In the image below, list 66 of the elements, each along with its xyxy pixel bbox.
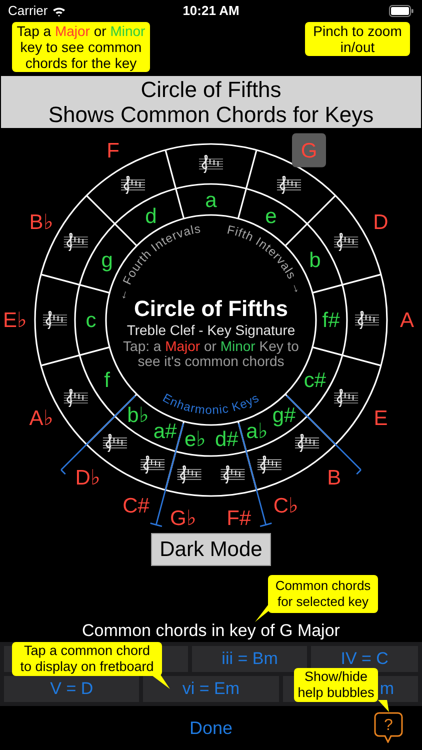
staff-icon: [176, 466, 202, 484]
circle-hint: Tap: a Major or Minor Key to see it's common chords: [122, 339, 300, 369]
minor-key[interactable]: d: [145, 205, 157, 228]
major-key[interactable]: F: [106, 139, 120, 162]
staff-icon: [140, 456, 165, 474]
major-key[interactable]: C#: [122, 494, 150, 518]
battery-icon: [388, 5, 414, 17]
staff-icon: [276, 176, 302, 194]
staff-icon: [42, 311, 68, 329]
major-key[interactable]: A: [400, 309, 414, 332]
minor-key[interactable]: g: [101, 249, 113, 272]
minor-key[interactable]: a: [205, 189, 217, 212]
staff-icon: [102, 434, 128, 452]
help-icon[interactable]: ?: [374, 712, 403, 743]
staff-icon: [198, 155, 224, 173]
minor-key[interactable]: d#: [214, 428, 238, 451]
staff-icon: [334, 233, 358, 251]
circle-title: Circle of Fifths: [134, 296, 288, 322]
major-key[interactable]: B♭: [29, 211, 54, 234]
staff-icon: [120, 176, 146, 194]
major-key[interactable]: C♭: [273, 494, 298, 518]
wifi-icon: [52, 6, 66, 16]
chord-button[interactable]: vi = Em: [143, 676, 279, 702]
chord-button[interactable]: IV = C: [311, 646, 418, 672]
help-tooltip: Pinch to zoom in/out: [305, 22, 410, 56]
minor-key[interactable]: a♭: [246, 420, 268, 443]
minor-key[interactable]: f: [104, 369, 110, 392]
clock-time: 10:21 AM: [182, 2, 240, 20]
bubble-tail: [378, 700, 390, 713]
minor-key[interactable]: g#: [272, 404, 296, 428]
bubble-tail: [150, 674, 172, 690]
carrier-label: Carrier: [8, 2, 48, 20]
major-key[interactable]: E♭: [3, 309, 27, 332]
minor-key[interactable]: c: [86, 309, 96, 332]
circle-subtitle: Treble Clef - Key Signature: [126, 322, 296, 339]
staff-icon: [354, 311, 380, 329]
major-key[interactable]: B: [327, 466, 342, 490]
chord-button[interactable]: iii = Bm: [192, 646, 308, 672]
dark-mode-button[interactable]: Dark Mode: [150, 533, 272, 566]
staff-icon: [64, 389, 88, 407]
staff-icon: [294, 434, 320, 452]
minor-key[interactable]: c#: [304, 369, 326, 392]
major-key[interactable]: A♭: [29, 407, 54, 430]
major-key[interactable]: E: [374, 407, 388, 430]
staff-icon: [334, 389, 358, 407]
minor-key[interactable]: b: [309, 249, 321, 272]
title-banner: Circle of Fifths Shows Common Chords for Keys: [1, 76, 421, 128]
staff-icon: [220, 466, 246, 484]
major-key[interactable]: G♭: [170, 507, 196, 530]
staff-icon: [64, 233, 88, 251]
minor-key[interactable]: a#: [153, 420, 177, 443]
help-tooltip: Tap a Major or Minor key to see common chords for the key: [12, 22, 150, 72]
minor-key[interactable]: e: [265, 205, 277, 228]
major-key[interactable]: F#: [226, 507, 252, 530]
staff-icon: [257, 456, 282, 474]
chords-heading: Common chords in key of G Major: [81, 620, 341, 642]
minor-key[interactable]: f#: [322, 309, 340, 332]
done-button[interactable]: Done: [189, 714, 233, 742]
major-key[interactable]: D: [373, 211, 388, 234]
help-tooltip: Show/hide help bubbles: [294, 668, 378, 702]
minor-key[interactable]: e♭: [184, 428, 206, 451]
help-tooltip: Common chords for selected key: [268, 575, 378, 613]
major-key[interactable]: D♭: [75, 466, 100, 490]
minor-key[interactable]: b♭: [127, 404, 149, 428]
chord-button[interactable]: V = D: [4, 676, 140, 702]
help-tooltip: Tap a common chord to display on fretboard: [12, 642, 162, 676]
